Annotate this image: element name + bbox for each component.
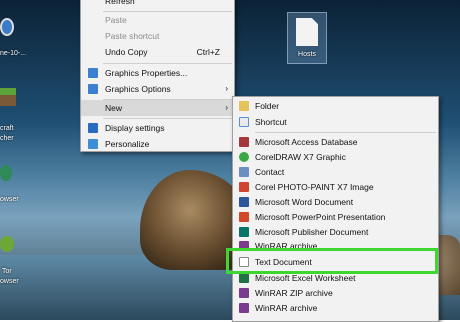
desktop-icon-label: Tor (2, 268, 12, 275)
desktop-icon-label: owser (0, 196, 19, 203)
shortcut-icon (239, 117, 249, 127)
new-item-word-document[interactable]: Microsoft Word Document (233, 194, 438, 210)
desktop-icon-app[interactable] (0, 18, 14, 36)
menu-item-label: WinRAR ZIP archive (255, 288, 333, 298)
new-submenu: Folder Shortcut Microsoft Access Databas… (232, 96, 439, 322)
new-item-coreldraw-graphic[interactable]: CorelDRAW X7 Graphic (233, 149, 438, 165)
personalize-icon (88, 139, 98, 149)
desktop-context-menu: Refresh Paste Paste shortcut Undo Copy Ct… (80, 0, 235, 152)
menu-item-label: Microsoft PowerPoint Presentation (255, 212, 386, 222)
hosts-file-icon[interactable]: Hosts (287, 12, 327, 64)
menu-item-label: Display settings (105, 123, 165, 133)
excel-icon (239, 273, 249, 283)
menu-item-label: Contact (255, 167, 285, 177)
menu-item-paste[interactable]: Paste (81, 12, 234, 28)
display-settings-icon (88, 123, 98, 133)
menu-item-graphics-options[interactable]: Graphics Options › (81, 81, 234, 97)
menu-item-undo-copy[interactable]: Undo Copy Ctrl+Z (81, 44, 234, 60)
browser-icon[interactable] (0, 165, 12, 181)
intel-graphics-icon (88, 68, 98, 78)
desktop-icon-label: ne-10-... (0, 50, 27, 57)
intel-graphics-icon (88, 84, 98, 94)
new-item-winrar-archive-2[interactable]: WinRAR archive (233, 300, 438, 316)
winrar-zip-icon (239, 288, 249, 298)
contact-icon (239, 167, 249, 177)
menu-item-label: Shortcut (255, 117, 287, 127)
new-item-folder[interactable]: Folder (233, 98, 438, 114)
folder-icon (239, 101, 249, 111)
menu-item-label: Undo Copy (105, 47, 148, 57)
menu-item-label: CorelDRAW X7 Graphic (255, 152, 346, 162)
menu-item-label: Microsoft Access Database (255, 137, 358, 147)
menu-separator (103, 63, 232, 64)
menu-item-refresh[interactable]: Refresh (81, 0, 234, 9)
desktop-icon-label: cher (0, 135, 14, 142)
highlight-outline (226, 248, 438, 274)
menu-item-personalize[interactable]: Personalize (81, 136, 234, 152)
menu-item-paste-shortcut[interactable]: Paste shortcut (81, 28, 234, 44)
menu-item-graphics-properties[interactable]: Graphics Properties... (81, 65, 234, 81)
chevron-right-icon: › (225, 103, 228, 112)
word-icon (239, 197, 249, 207)
text-file-icon (296, 18, 318, 46)
new-item-photopaint-image[interactable]: Corel PHOTO-PAINT X7 Image (233, 179, 438, 195)
access-icon (239, 137, 249, 147)
menu-item-shortcut: Ctrl+Z (196, 47, 220, 57)
menu-item-new[interactable]: New › (81, 100, 234, 116)
menu-item-label: Graphics Options (105, 84, 171, 94)
desktop-icon-label: craft (0, 125, 14, 132)
menu-item-label: WinRAR archive (255, 303, 318, 313)
menu-item-label: Personalize (105, 139, 150, 149)
minecraft-icon[interactable] (0, 88, 16, 106)
chevron-right-icon: › (225, 84, 228, 93)
menu-item-label: Microsoft Word Document (255, 197, 354, 207)
coreldraw-icon (239, 152, 249, 162)
menu-separator (255, 132, 436, 133)
winrar-icon (239, 303, 249, 313)
hosts-file-label: Hosts (298, 51, 316, 58)
new-item-access-database[interactable]: Microsoft Access Database (233, 134, 438, 150)
menu-item-label: Folder (255, 101, 280, 111)
desktop-icon-label: owser (0, 278, 19, 285)
new-item-contact[interactable]: Contact (233, 164, 438, 180)
menu-item-label: Corel PHOTO-PAINT X7 Image (255, 182, 374, 192)
menu-item-label: Refresh (105, 0, 135, 6)
tor-browser-icon[interactable] (0, 236, 14, 252)
publisher-icon (239, 227, 249, 237)
menu-item-label: Paste shortcut (105, 31, 160, 41)
photopaint-icon (239, 182, 249, 192)
menu-separator (103, 118, 232, 119)
new-item-winrar-zip-archive[interactable]: WinRAR ZIP archive (233, 285, 438, 301)
menu-item-label: Paste (105, 15, 127, 25)
new-item-powerpoint-presentation[interactable]: Microsoft PowerPoint Presentation (233, 209, 438, 225)
menu-item-label: Graphics Properties... (105, 68, 188, 78)
powerpoint-icon (239, 212, 249, 222)
new-item-shortcut[interactable]: Shortcut (233, 114, 438, 130)
menu-item-display-settings[interactable]: Display settings (81, 120, 234, 136)
menu-item-label: New (105, 103, 123, 113)
